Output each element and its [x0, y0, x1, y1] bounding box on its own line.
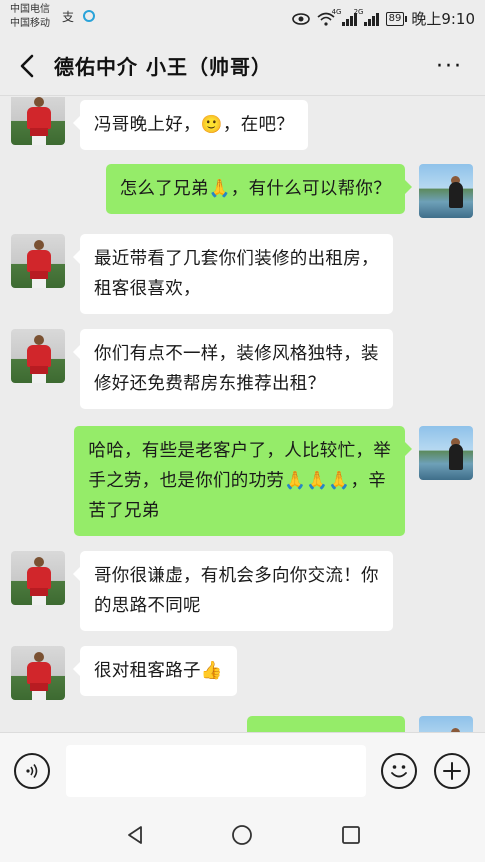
- alipay-notification-icon: 支: [62, 10, 74, 23]
- my-avatar[interactable]: [419, 716, 473, 732]
- message-text: 冯哥晚上好，🙂，在吧？: [94, 115, 295, 135]
- system-nav-bar: [0, 808, 485, 862]
- emoji-icon[interactable]: [381, 753, 417, 789]
- voice-icon[interactable]: [14, 753, 50, 789]
- my-avatar[interactable]: [419, 426, 473, 480]
- incoming-message[interactable]: 最近带看了几套你们装修的出租房， 租客很喜欢，: [73, 234, 393, 314]
- triangle-back-icon[interactable]: [124, 824, 146, 846]
- contact-avatar[interactable]: [11, 551, 65, 605]
- message-text: 很对租客路子👍: [94, 661, 223, 681]
- outgoing-message[interactable]: 怎么了兄弟🙏，有什么可以帮你？: [105, 164, 413, 214]
- message-line: 手之劳，也是你们的功劳🙏🙏🙏，辛: [88, 471, 387, 491]
- incoming-message[interactable]: 很对租客路子👍: [73, 646, 237, 696]
- contact-avatar[interactable]: [11, 234, 65, 288]
- chat-title: 德佑中介 小王（帅哥）: [54, 55, 272, 79]
- chat-header: 德佑中介 小王（帅哥） ···: [0, 36, 485, 96]
- carrier-info: 中国电信 中国移动: [10, 3, 50, 31]
- message-list[interactable]: 冯哥晚上好，🙂，在吧？ 怎么了兄弟🙏，有什么可以帮你？ 最近带看了几套你们装修的…: [0, 97, 485, 732]
- more-dots-icon[interactable]: ···: [436, 54, 463, 79]
- carrier-2: 中国移动: [10, 18, 50, 29]
- square-recent-icon[interactable]: [340, 824, 362, 846]
- my-avatar[interactable]: [419, 164, 473, 218]
- message-line: 租客很喜欢，: [94, 279, 201, 299]
- status-bar: 中国电信 中国移动 支 4G 2G 89 晚上9:10: [0, 0, 485, 36]
- outgoing-message[interactable]: 哈哈，有些是老客户了，人比较忙，举 手之劳，也是你们的功劳🙏🙏🙏，辛 苦了兄弟: [74, 426, 412, 536]
- network-1-label: 4G: [331, 7, 342, 16]
- incoming-message[interactable]: 冯哥晚上好，🙂，在吧？: [72, 100, 309, 150]
- message-line: 最近带看了几套你们装修的出租房，: [94, 249, 379, 269]
- svg-text:支: 支: [62, 10, 74, 23]
- message-line: 修好还免费帮房东推荐出租？: [94, 374, 326, 394]
- network-2-label: 2G: [353, 7, 364, 16]
- contact-avatar[interactable]: [11, 97, 65, 145]
- signal-2-icon: 2G: [354, 8, 379, 26]
- message-input[interactable]: [66, 745, 366, 797]
- message-text: 怎么了兄弟🙏，有什么可以帮你？: [119, 179, 391, 199]
- outgoing-message-partial[interactable]: [247, 716, 405, 732]
- message-line: 的思路不同呢: [94, 596, 201, 616]
- clock: 晚上9:10: [411, 10, 475, 28]
- incoming-message[interactable]: 哥你很谦虚，有机会多向你交流！你 的思路不同呢: [73, 551, 393, 631]
- chevron-left-icon[interactable]: [14, 52, 42, 80]
- contact-avatar[interactable]: [11, 646, 65, 700]
- carrier-1: 中国电信: [10, 4, 50, 15]
- message-line: 你们有点不一样，装修风格独特，装: [94, 344, 379, 364]
- contact-avatar[interactable]: [11, 329, 65, 383]
- status-right: 4G 2G 89 晚上9:10: [291, 7, 475, 29]
- plus-icon[interactable]: [434, 753, 470, 789]
- bubble-notification-icon: [83, 10, 95, 22]
- message-line: 哈哈，有些是老客户了，人比较忙，举: [88, 441, 391, 461]
- battery-indicator: 89: [385, 11, 408, 26]
- input-bar: [0, 732, 485, 808]
- circle-home-icon[interactable]: [231, 824, 253, 846]
- eye-icon: [291, 12, 310, 25]
- message-line: 哥你很谦虚，有机会多向你交流！你: [94, 566, 379, 586]
- incoming-message[interactable]: 你们有点不一样，装修风格独特，装 修好还免费帮房东推荐出租？: [73, 329, 393, 409]
- message-line: 苦了兄弟: [88, 501, 160, 521]
- notification-icons: 支: [62, 9, 96, 23]
